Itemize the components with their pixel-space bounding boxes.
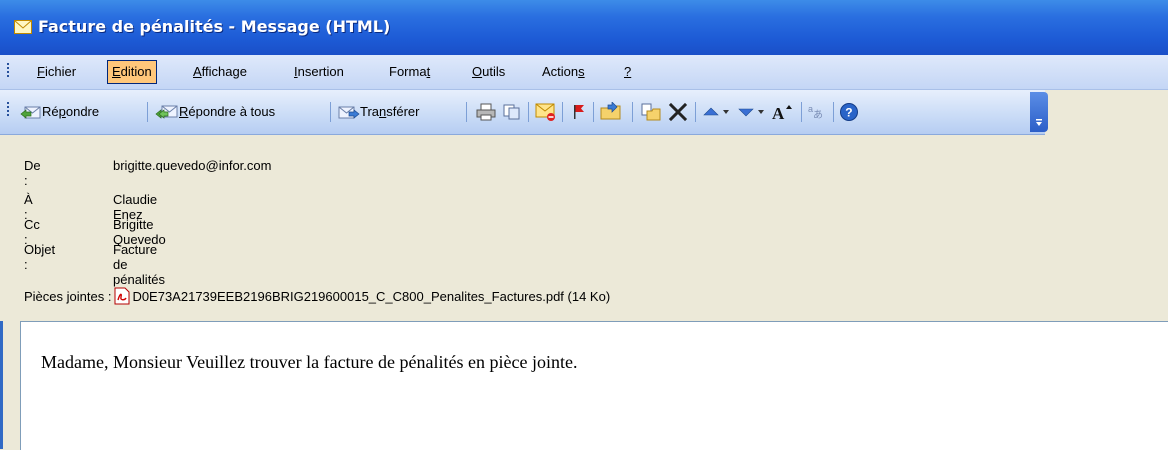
toolbar-separator — [330, 102, 331, 122]
copy-button[interactable] — [502, 100, 522, 124]
attachments-row: Pièces jointes : D0E73A21739EEB2196BRIG2… — [24, 287, 1124, 305]
toolbar-separator — [147, 102, 148, 122]
next-icon — [738, 108, 764, 117]
print-icon — [476, 103, 496, 121]
toolbar-separator — [632, 102, 633, 122]
toolbar-options-icon — [1036, 119, 1042, 126]
unread-icon — [535, 103, 555, 121]
toolbar-separator — [833, 102, 834, 122]
toolbar-separator — [695, 102, 696, 122]
message-header: De : brigitte.quevedo@infor.com À : Clau… — [0, 135, 1168, 320]
menu-bar: Fichier Edition Affichage Insertion Form… — [0, 55, 1168, 90]
print-button[interactable] — [476, 100, 496, 124]
subject-value: Facture de pénalités — [113, 242, 166, 287]
forward-button[interactable]: Transférer — [338, 100, 420, 124]
forward-icon — [338, 106, 360, 119]
window-left-edge — [0, 321, 3, 449]
menu-format[interactable]: Format — [384, 61, 435, 83]
menu-fichier[interactable]: Fichier — [32, 61, 81, 83]
move-icon — [600, 102, 621, 120]
reply-all-button[interactable]: Répondre à tous — [155, 100, 275, 124]
menu-outils[interactable]: Outils — [467, 61, 510, 83]
menu-affichage[interactable]: Affichage — [188, 61, 252, 83]
reply-all-icon — [155, 105, 178, 119]
message-body-text: Madame, Monsieur Veuillez trouver la fac… — [41, 352, 578, 372]
from-value[interactable]: brigitte.quevedo@infor.com — [113, 158, 271, 173]
delete-button[interactable] — [668, 100, 688, 124]
copy-to-folder-button[interactable] — [640, 100, 662, 124]
menu-help[interactable]: ? — [619, 61, 636, 83]
window-title: Facture de pénalités - Message (HTML) — [38, 17, 391, 36]
pdf-icon — [114, 287, 130, 305]
menu-edition[interactable]: Edition — [107, 60, 157, 84]
toolbar-separator — [528, 102, 529, 122]
help-button[interactable]: ? — [839, 100, 859, 124]
svg-text:?: ? — [845, 106, 852, 120]
message-body[interactable]: Madame, Monsieur Veuillez trouver la fac… — [20, 321, 1168, 450]
font-size-icon: A — [772, 104, 792, 122]
menu-grip[interactable] — [7, 63, 10, 79]
menu-actions[interactable]: Actions — [537, 61, 590, 83]
help-icon: ? — [840, 103, 858, 121]
envelope-icon — [14, 20, 32, 37]
attachments-label: Pièces jointes : — [24, 288, 112, 304]
toolbar-separator — [466, 102, 467, 122]
previous-item-button[interactable] — [702, 100, 732, 124]
attachment-item[interactable]: D0E73A21739EEB2196BRIG219600015_C_C800_P… — [114, 287, 610, 305]
mark-unread-button[interactable] — [535, 100, 557, 124]
standard-toolbar: Répondre Répondre à tous Transférer A a … — [0, 90, 1045, 135]
encoding-icon: a あ — [808, 104, 823, 121]
subject-label: Objet : — [24, 242, 56, 272]
svg-text:A: A — [772, 104, 785, 122]
font-size-button[interactable]: A — [771, 100, 795, 124]
toolbar-separator — [562, 102, 563, 122]
menu-insertion[interactable]: Insertion — [289, 61, 349, 83]
follow-up-flag-button[interactable] — [570, 100, 588, 124]
flag-icon — [574, 105, 584, 119]
next-item-button[interactable] — [737, 100, 767, 124]
encoding-button[interactable]: a あ — [807, 100, 831, 124]
toolbar-separator — [593, 102, 594, 122]
reply-button[interactable]: Répondre — [20, 100, 99, 124]
copy-folder-icon — [641, 103, 661, 121]
toolbar-options-button[interactable] — [1030, 92, 1048, 132]
move-to-folder-button[interactable] — [600, 100, 624, 124]
delete-icon — [668, 102, 688, 122]
previous-icon — [703, 107, 729, 116]
svg-text:あ: あ — [813, 109, 823, 121]
reply-icon — [20, 106, 41, 119]
title-bar: Facture de pénalités - Message (HTML) — [0, 0, 1168, 55]
toolbar-separator — [801, 102, 802, 122]
toolbar-grip[interactable] — [7, 102, 10, 118]
attachment-name[interactable]: D0E73A21739EEB2196BRIG219600015_C_C800_P… — [132, 289, 610, 304]
copy-icon — [503, 104, 520, 120]
from-label: De : — [24, 158, 41, 188]
